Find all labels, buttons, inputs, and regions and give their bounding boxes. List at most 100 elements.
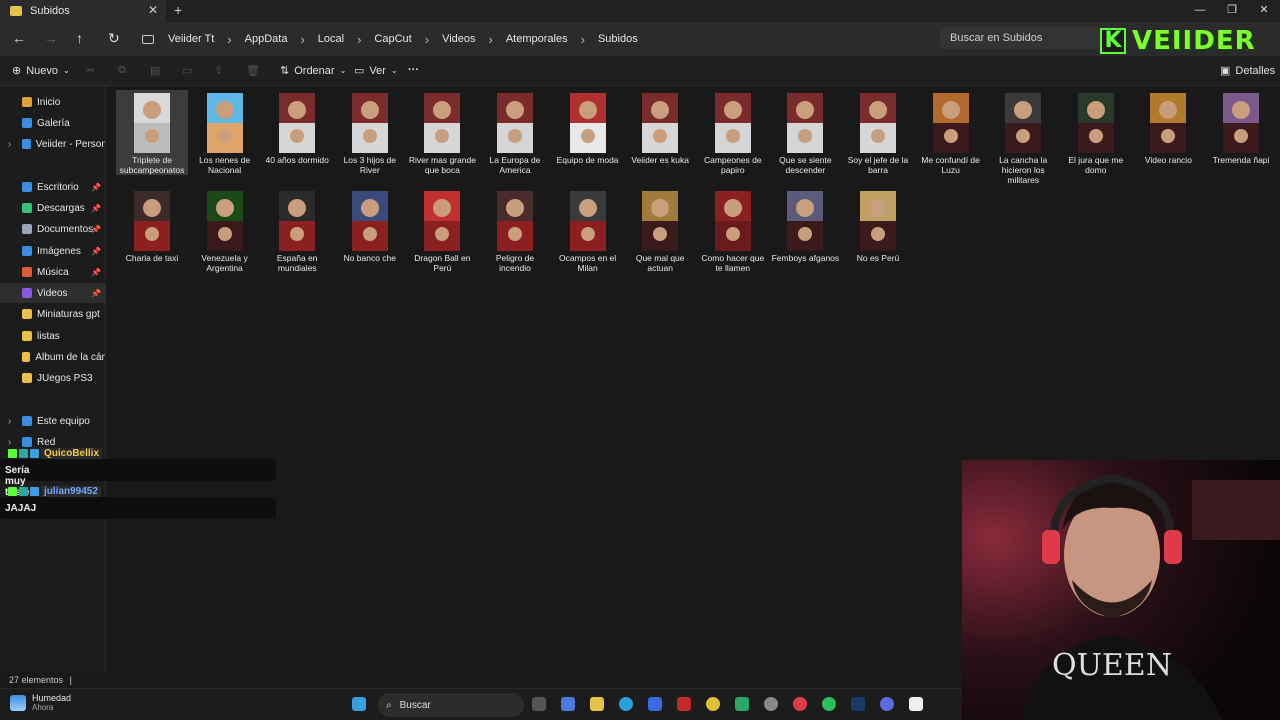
video-thumbnail (714, 93, 751, 153)
sidebar-item[interactable]: Imágenes 📌 (0, 241, 105, 261)
expand-chevron-icon[interactable]: › (8, 437, 11, 448)
copilot-icon[interactable] (561, 697, 575, 711)
breadcrumb-item[interactable]: Veiider Tt (168, 33, 214, 45)
rename-icon[interactable]: ▭ (182, 64, 192, 77)
breadcrumb-item[interactable]: › AppData (214, 32, 287, 47)
expand-chevron-icon[interactable]: › (8, 416, 11, 427)
video-file[interactable]: Campeones de papiro (697, 90, 769, 175)
store-icon[interactable] (648, 697, 662, 711)
up-arrow-icon[interactable]: ↑ (76, 30, 83, 46)
sidebar-item[interactable]: Música 📌 (0, 262, 105, 282)
video-file[interactable]: Los nenes de Nacional (189, 90, 261, 175)
sidebar-item[interactable]: Escritorio 📌 (0, 177, 105, 197)
taskbar-search[interactable]: ⌕ Buscar (378, 693, 524, 717)
thumbnail-part (362, 227, 377, 241)
app-icon[interactable] (677, 697, 691, 711)
forward-arrow-icon[interactable]: → (44, 30, 58, 46)
video-file[interactable]: Veiider es kuka (624, 90, 696, 165)
sidebar-item[interactable]: Videos 📌 (0, 283, 105, 303)
chat-message-bg (0, 497, 276, 519)
sidebar-item[interactable]: Miniaturas gpt (0, 304, 105, 324)
sidebar-item[interactable]: Inicio (0, 92, 105, 112)
video-file[interactable]: Como hacer que te llamen (697, 188, 769, 273)
video-file[interactable]: Venezuela y Argentina (189, 188, 261, 273)
sort-button[interactable]: ⇅ Ordenar ⌄ (280, 64, 346, 78)
discord-icon[interactable] (880, 697, 894, 711)
sidebar-item[interactable]: Álbum de la cámar (0, 347, 105, 367)
file-explorer-icon[interactable] (590, 697, 604, 711)
close-window-button[interactable]: ✕ (1248, 0, 1280, 20)
video-file[interactable]: Ocampos en el Milan (552, 188, 624, 273)
task-view-icon[interactable] (532, 697, 546, 711)
new-button[interactable]: ⊕ Nuevo ⌄ (12, 64, 70, 78)
copy-icon[interactable]: ⧉ (118, 64, 126, 77)
search-input[interactable]: Buscar en Subidos (940, 27, 1100, 49)
video-file[interactable]: Triplete de subcampeonatos (116, 90, 188, 175)
share-icon[interactable]: ⇪ (214, 64, 223, 77)
video-thumbnail (351, 191, 388, 251)
video-file[interactable]: Femboys afganos (769, 188, 841, 263)
tab-subidos[interactable]: Subidos ✕ (0, 0, 166, 22)
details-button[interactable]: ▣ Detalles (1220, 64, 1275, 78)
video-file[interactable]: Equipo de moda (552, 90, 624, 165)
video-file[interactable]: 40 años dormido (261, 90, 333, 165)
video-file[interactable]: Tremenda ñapi (1205, 90, 1277, 165)
breadcrumb-item[interactable]: › Atemporales (476, 32, 568, 47)
windows-start-icon[interactable] (352, 697, 366, 711)
more-options-button[interactable]: ··· (408, 64, 419, 76)
chrome-icon[interactable] (706, 697, 720, 711)
breadcrumb-label: AppData (244, 33, 288, 45)
sidebar-item-label: listas (37, 330, 60, 342)
video-file[interactable]: Los 3 hijos de River (334, 90, 406, 175)
new-tab-button[interactable]: + (174, 2, 182, 18)
sidebar-item[interactable]: Documentos 📌 (0, 219, 105, 239)
photoshop-icon[interactable] (851, 697, 865, 711)
whatsapp-icon[interactable] (822, 697, 836, 711)
video-file[interactable]: Charla de taxi (116, 188, 188, 263)
expand-chevron-icon[interactable]: › (8, 139, 11, 150)
cut-icon[interactable]: ✂ (86, 64, 95, 77)
video-file[interactable]: River mas grande que boca (406, 90, 478, 175)
capcut-icon[interactable] (909, 697, 923, 711)
breadcrumb-item[interactable]: › Local (287, 32, 344, 47)
new-label: Nuevo (26, 64, 59, 77)
view-button[interactable]: ▭ Ver ⌄ (354, 64, 398, 78)
breadcrumb-item[interactable]: › CapCut (344, 32, 412, 47)
video-file[interactable]: Dragon Ball en Perú (406, 188, 478, 273)
sidebar-item[interactable]: JUegos PS3 (0, 368, 105, 388)
refresh-icon[interactable]: ↻ (108, 30, 120, 47)
video-file[interactable]: Me confundí de Luzu (915, 90, 987, 175)
weather-widget[interactable]: Humedad Ahora (10, 693, 71, 712)
app-icon[interactable] (735, 697, 749, 711)
edge-icon[interactable] (619, 697, 633, 711)
settings-icon[interactable] (764, 697, 778, 711)
breadcrumb[interactable]: Veiider Tt › AppData › Local › CapCut › Videos › A… (134, 26, 934, 52)
video-file[interactable]: Que se siente descender (769, 90, 841, 175)
thumbnail-part (943, 129, 958, 143)
app-icon[interactable] (793, 697, 807, 711)
sidebar-item[interactable]: › Veiider - Personal (0, 134, 105, 154)
video-file[interactable]: La Europa de America (479, 90, 551, 175)
thumbnail-part (360, 101, 379, 119)
video-file[interactable]: Soy el jefe de la barra (842, 90, 914, 175)
back-arrow-icon[interactable]: ← (12, 30, 26, 46)
sidebar-item[interactable]: › Este equipo (0, 411, 105, 431)
delete-icon[interactable]: 🗑 (246, 64, 260, 77)
maximize-button[interactable]: ❐ (1216, 0, 1248, 20)
video-file[interactable]: No es Perú (842, 188, 914, 263)
sidebar-item[interactable]: Galería (0, 113, 105, 133)
sidebar-item[interactable]: listas (0, 326, 105, 346)
minimize-button[interactable]: — (1184, 0, 1216, 20)
video-file[interactable]: La cancha la hicieron los militares (987, 90, 1059, 185)
breadcrumb-item[interactable]: › Videos (412, 32, 476, 47)
video-file[interactable]: Video rancio (1132, 90, 1204, 165)
video-file[interactable]: Peligro de incendio (479, 188, 551, 273)
close-tab-icon[interactable]: ✕ (148, 3, 158, 17)
video-file[interactable]: El jura que me domo (1060, 90, 1132, 175)
video-file[interactable]: España en mundiales (261, 188, 333, 273)
paste-icon[interactable]: ▤ (150, 64, 160, 77)
sidebar-item[interactable]: Descargas 📌 (0, 198, 105, 218)
video-file[interactable]: No banco che (334, 188, 406, 263)
breadcrumb-item[interactable]: › Subidos (568, 32, 638, 47)
video-file[interactable]: Que mal que actuan (624, 188, 696, 273)
